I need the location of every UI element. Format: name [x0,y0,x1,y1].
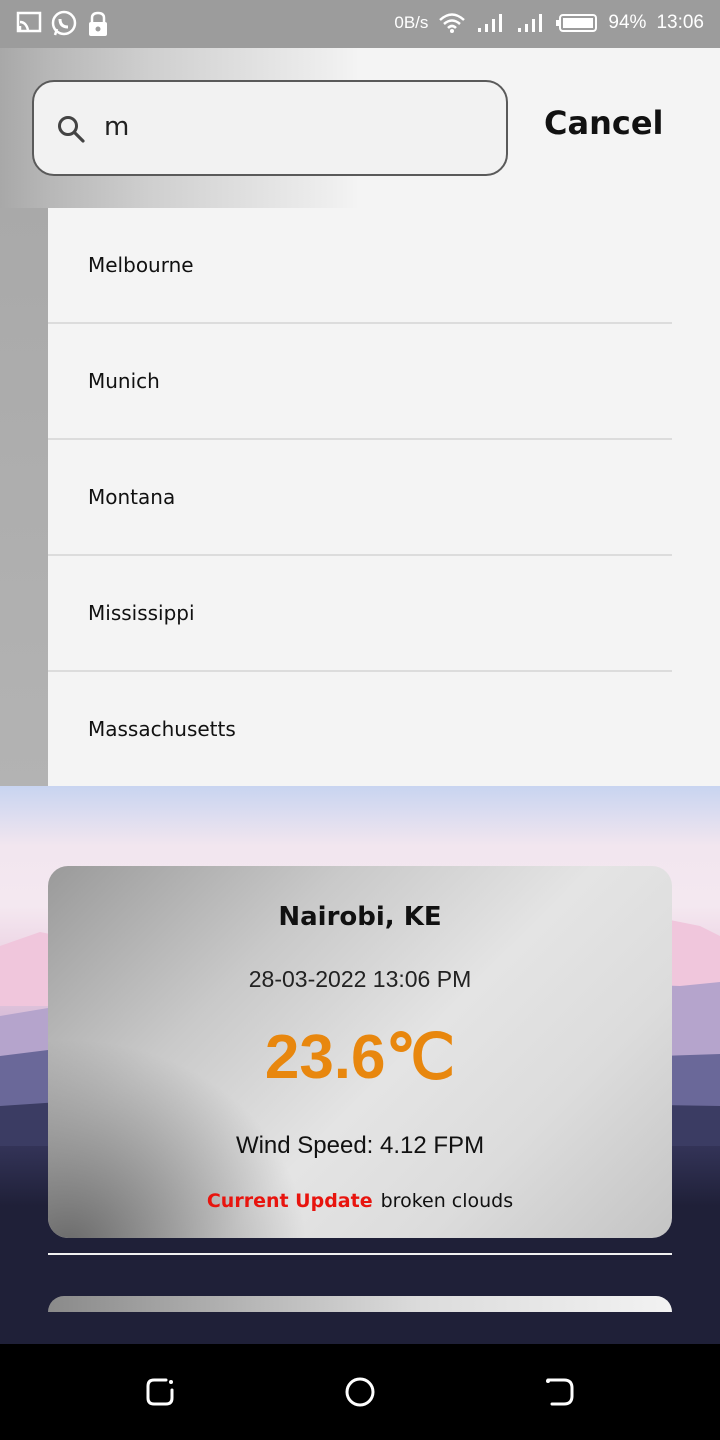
status-bar: 0B/s 94% 13:06 [0,0,720,48]
date-time: 28-03-2022 13:06 PM [248,966,472,992]
temperature: 23.6℃ [264,1023,456,1092]
overlay-shade [0,208,48,786]
clock: 13:06 [656,12,704,33]
city-name: Nairobi, KE [278,902,442,932]
status-bar-right: 0B/s 94% 13:06 [394,12,704,34]
list-item[interactable]: Melbourne [48,208,672,324]
wifi-icon [439,13,466,33]
navigation-bar [0,1344,720,1440]
search-overlay: m Cancel Melbourne Munich Montana Missis… [0,48,720,786]
next-card-peek[interactable] [48,1296,672,1312]
signal-icon [518,14,543,32]
weather-description: Current Update broken clouds [48,1190,672,1212]
current-update-label: Current Update [206,1190,373,1212]
battery-level: 94% [608,12,647,33]
search-input[interactable]: m [32,80,508,176]
signal-icon [478,14,503,32]
description-text: broken clouds [380,1190,514,1212]
network-speed: 0B/s [394,13,429,32]
search-query[interactable]: m [104,112,129,142]
search-icon [58,116,85,143]
battery-icon [556,14,598,32]
wind-speed: Wind Speed: 4.12 FPM [235,1132,485,1159]
divider [48,1253,672,1255]
cast-icon [16,11,42,33]
lock-icon [89,11,107,36]
whatsapp-icon [51,10,77,36]
list-item[interactable]: Montana [48,440,672,556]
status-bar-left [16,10,110,38]
recent-apps-icon[interactable] [142,1374,178,1410]
list-item[interactable]: Munich [48,324,672,440]
weather-card[interactable]: Nairobi, KE 28-03-2022 13:06 PM 23.6℃ Wi… [48,866,672,1238]
list-item[interactable]: Mississippi [48,556,672,672]
home-icon[interactable] [342,1374,378,1410]
back-icon[interactable] [542,1374,578,1410]
suggestion-list: Melbourne Munich Montana Mississippi Mas… [48,208,672,786]
cancel-button[interactable]: Cancel [544,104,664,142]
list-item[interactable]: Massachusetts [48,672,672,786]
